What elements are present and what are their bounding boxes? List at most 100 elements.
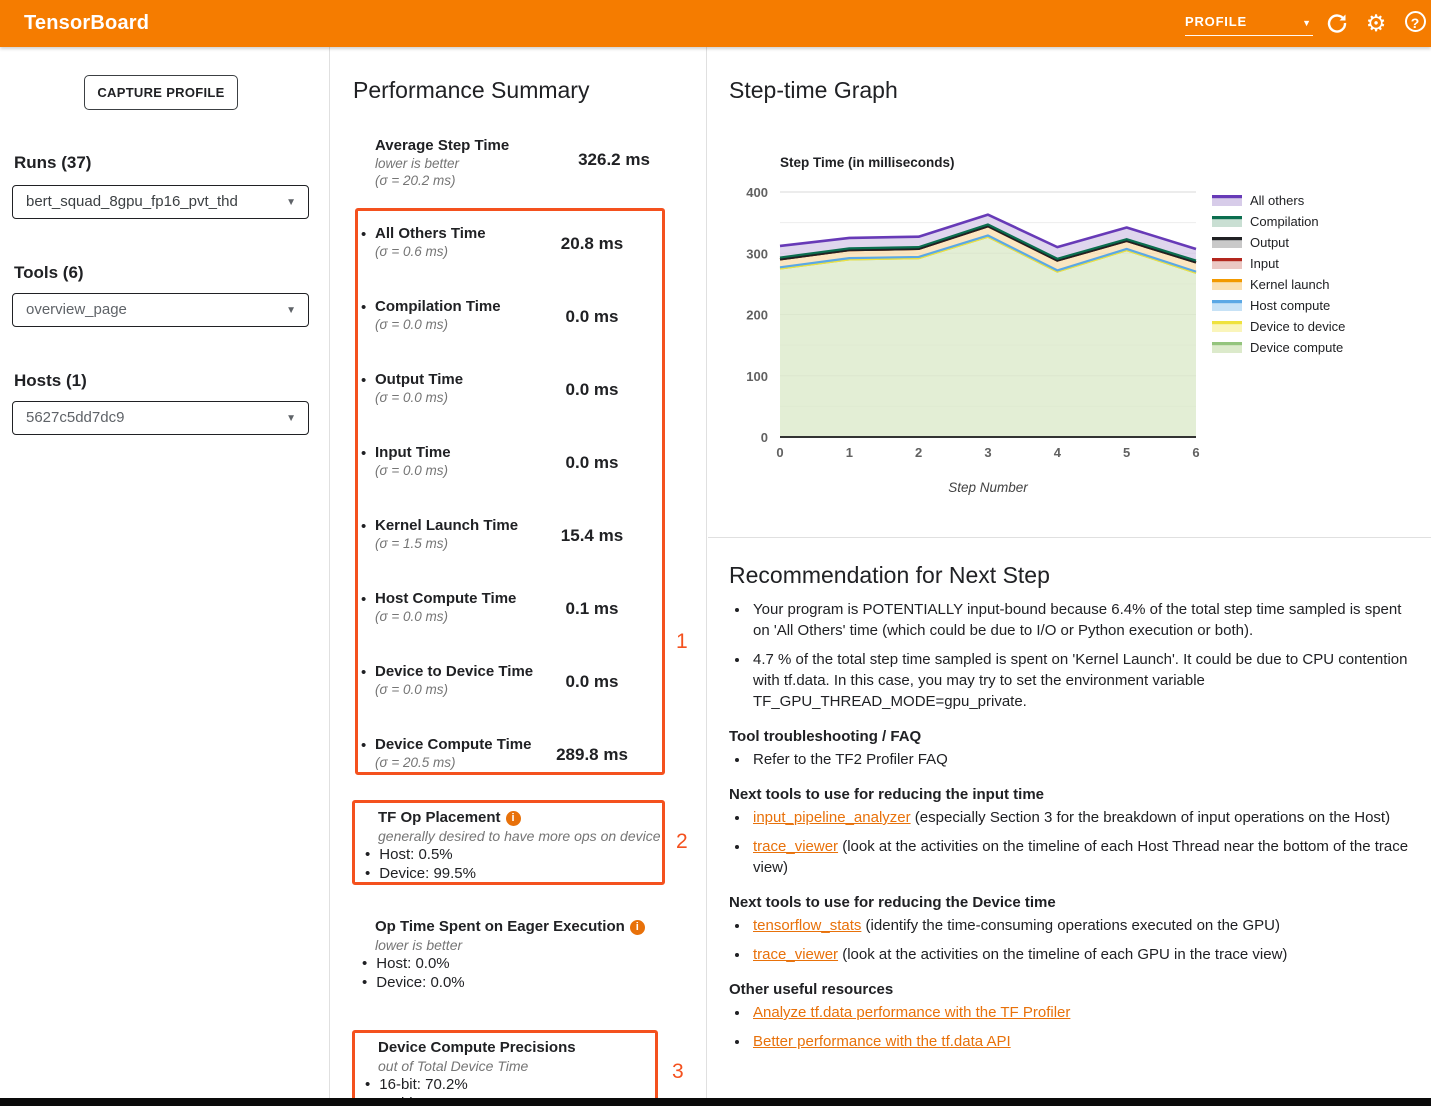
dashboard-selector-value: PROFILE [1185, 14, 1247, 29]
average-step-time-value: 326.2 ms [554, 150, 674, 170]
metric-label: Input Time [375, 444, 555, 462]
runs-select[interactable]: bert_squad_8gpu_fp16_pvt_thd ▼ [12, 185, 309, 219]
performance-summary-panel: Performance Summary Average Step Time lo… [330, 47, 707, 1106]
tool-link[interactable]: input_pipeline_analyzer [753, 809, 911, 826]
svg-text:100: 100 [746, 369, 768, 384]
annotation-number-3: 3 [672, 1060, 684, 1084]
runs-select-value: bert_squad_8gpu_fp16_pvt_thd [26, 193, 238, 210]
tool-link[interactable]: trace_viewer [753, 946, 838, 963]
bullet: • [361, 226, 366, 243]
annotation-number-2: 2 [676, 830, 688, 854]
info-icon[interactable]: i [630, 920, 645, 935]
sidebar: CAPTURE PROFILE Runs (37) bert_squad_8gp… [0, 47, 330, 1106]
metric-value: 0.0 ms [532, 453, 652, 473]
help-button[interactable]: ? [1400, 8, 1430, 38]
recommendation-title: Recommendation for Next Step [729, 562, 1050, 589]
stat-block-item: •Host: 0.0% [352, 954, 672, 973]
svg-text:Step Time (in milliseconds): Step Time (in milliseconds) [780, 155, 955, 170]
recommendation-subhead: Tool troubleshooting / FAQ [729, 726, 1413, 747]
bullet: • [361, 518, 366, 535]
reload-button[interactable] [1322, 8, 1352, 38]
stat-block-item: •Device: 0.0% [352, 973, 672, 992]
tool-link[interactable]: tensorflow_stats [753, 917, 861, 934]
settings-button[interactable]: ⚙ [1361, 8, 1391, 38]
svg-text:Device compute: Device compute [1250, 340, 1343, 355]
average-step-time-note: lower is better [375, 155, 509, 172]
recommendation-subhead: Next tools to use for reducing the input… [729, 784, 1413, 805]
recommendation-item: tensorflow_stats (identify the time-cons… [750, 915, 1413, 936]
svg-text:200: 200 [746, 308, 768, 323]
average-step-time-label: Average Step Time [375, 137, 509, 155]
svg-text:400: 400 [746, 185, 768, 200]
svg-text:0: 0 [776, 445, 783, 460]
performance-summary-title: Performance Summary [353, 77, 589, 104]
bullet: • [361, 445, 366, 462]
recommendation-bullet: 4.7 % of the total step time sampled is … [750, 649, 1413, 712]
metric-sigma: (σ = 1.5 ms) [375, 535, 555, 552]
bullet: • [361, 664, 366, 681]
average-step-time: Average Step Time lower is better (σ = 2… [375, 137, 509, 189]
capture-profile-button[interactable]: CAPTURE PROFILE [84, 75, 238, 110]
metric-label: Output Time [375, 371, 555, 389]
bullet: • [361, 737, 366, 754]
metric-sigma: (σ = 0.0 ms) [375, 462, 555, 479]
svg-text:Step Number: Step Number [948, 480, 1028, 495]
metric-value: 20.8 ms [532, 234, 652, 254]
svg-text:4: 4 [1054, 445, 1062, 460]
stat-block-item: •Device: 99.5% [355, 864, 662, 883]
svg-text:2: 2 [915, 445, 922, 460]
tools-select-value: overview_page [26, 301, 127, 318]
svg-text:1: 1 [846, 445, 853, 460]
metric-sigma: (σ = 0.0 ms) [375, 608, 555, 625]
recommendation-bullet: Your program is POTENTIALLY input-bound … [750, 599, 1413, 641]
metric-label: Device to Device Time [375, 663, 555, 681]
step-time-chart: Step Time (in milliseconds) 0 100 200 300 400… [708, 147, 1431, 527]
hosts-select-value: 5627c5dd7dc9 [26, 409, 124, 426]
step-time-graph-title: Step-time Graph [729, 77, 898, 104]
metric-value: 15.4 ms [532, 526, 652, 546]
gear-icon: ⚙ [1366, 10, 1387, 36]
svg-text:0: 0 [761, 430, 768, 445]
svg-text:Device to device: Device to device [1250, 319, 1345, 334]
recommendation-item: Better performance with the tf.data API [750, 1031, 1413, 1052]
metric-label: Device Compute Time [375, 736, 555, 754]
bullet: • [361, 372, 366, 389]
bullet: • [361, 591, 366, 608]
metric-sigma: (σ = 20.5 ms) [375, 754, 555, 771]
chevron-down-icon: ▼ [286, 187, 296, 219]
stat-block-item: •Host: 0.5% [355, 845, 662, 864]
metric-label: Compilation Time [375, 298, 555, 316]
chevron-down-icon: ▼ [286, 403, 296, 435]
metric-sigma: (σ = 0.0 ms) [375, 316, 555, 333]
info-icon[interactable]: i [506, 811, 521, 826]
recommendation-item: Analyze tf.data performance with the TF … [750, 1002, 1413, 1023]
tools-select[interactable]: overview_page ▼ [12, 293, 309, 327]
recommendation-item: input_pipeline_analyzer (especially Sect… [750, 807, 1413, 828]
recommendation-item: Refer to the TF2 Profiler FAQ [750, 749, 1413, 770]
annotation-box-3: Device Compute Precisionsout of Total De… [352, 1030, 658, 1106]
runs-label: Runs (37) [14, 153, 91, 173]
tool-link[interactable]: trace_viewer [753, 838, 838, 855]
metric-value: 0.0 ms [532, 672, 652, 692]
hosts-label: Hosts (1) [14, 371, 87, 391]
metric-label: Kernel Launch Time [375, 517, 555, 535]
svg-text:3: 3 [984, 445, 991, 460]
dashboard-selector[interactable]: PROFILE ▼ [1185, 10, 1313, 36]
svg-text:Output: Output [1250, 235, 1289, 250]
stat-block-note: out of Total Device Time [355, 1057, 655, 1075]
bottom-scroll-strip[interactable] [0, 1098, 1431, 1106]
chevron-down-icon: ▼ [1302, 18, 1311, 28]
tool-link[interactable]: Better performance with the tf.data API [753, 1033, 1011, 1050]
hosts-select[interactable]: 5627c5dd7dc9 ▼ [12, 401, 309, 435]
recommendation-item: trace_viewer (look at the activities on … [750, 944, 1413, 965]
metric-sigma: (σ = 0.0 ms) [375, 681, 555, 698]
right-panel: Step-time Graph Step Time (in millisecon… [708, 47, 1431, 1106]
recommendation-subhead: Next tools to use for reducing the Devic… [729, 892, 1413, 913]
svg-text:Host compute: Host compute [1250, 298, 1330, 313]
metric-value: 289.8 ms [532, 745, 652, 765]
metric-sigma: (σ = 0.6 ms) [375, 243, 555, 260]
svg-text:All others: All others [1250, 193, 1305, 208]
app-bar: TensorBoard PROFILE ▼ ⚙ ? [0, 0, 1431, 47]
svg-text:300: 300 [746, 246, 768, 261]
tool-link[interactable]: Analyze tf.data performance with the TF … [753, 1004, 1070, 1021]
